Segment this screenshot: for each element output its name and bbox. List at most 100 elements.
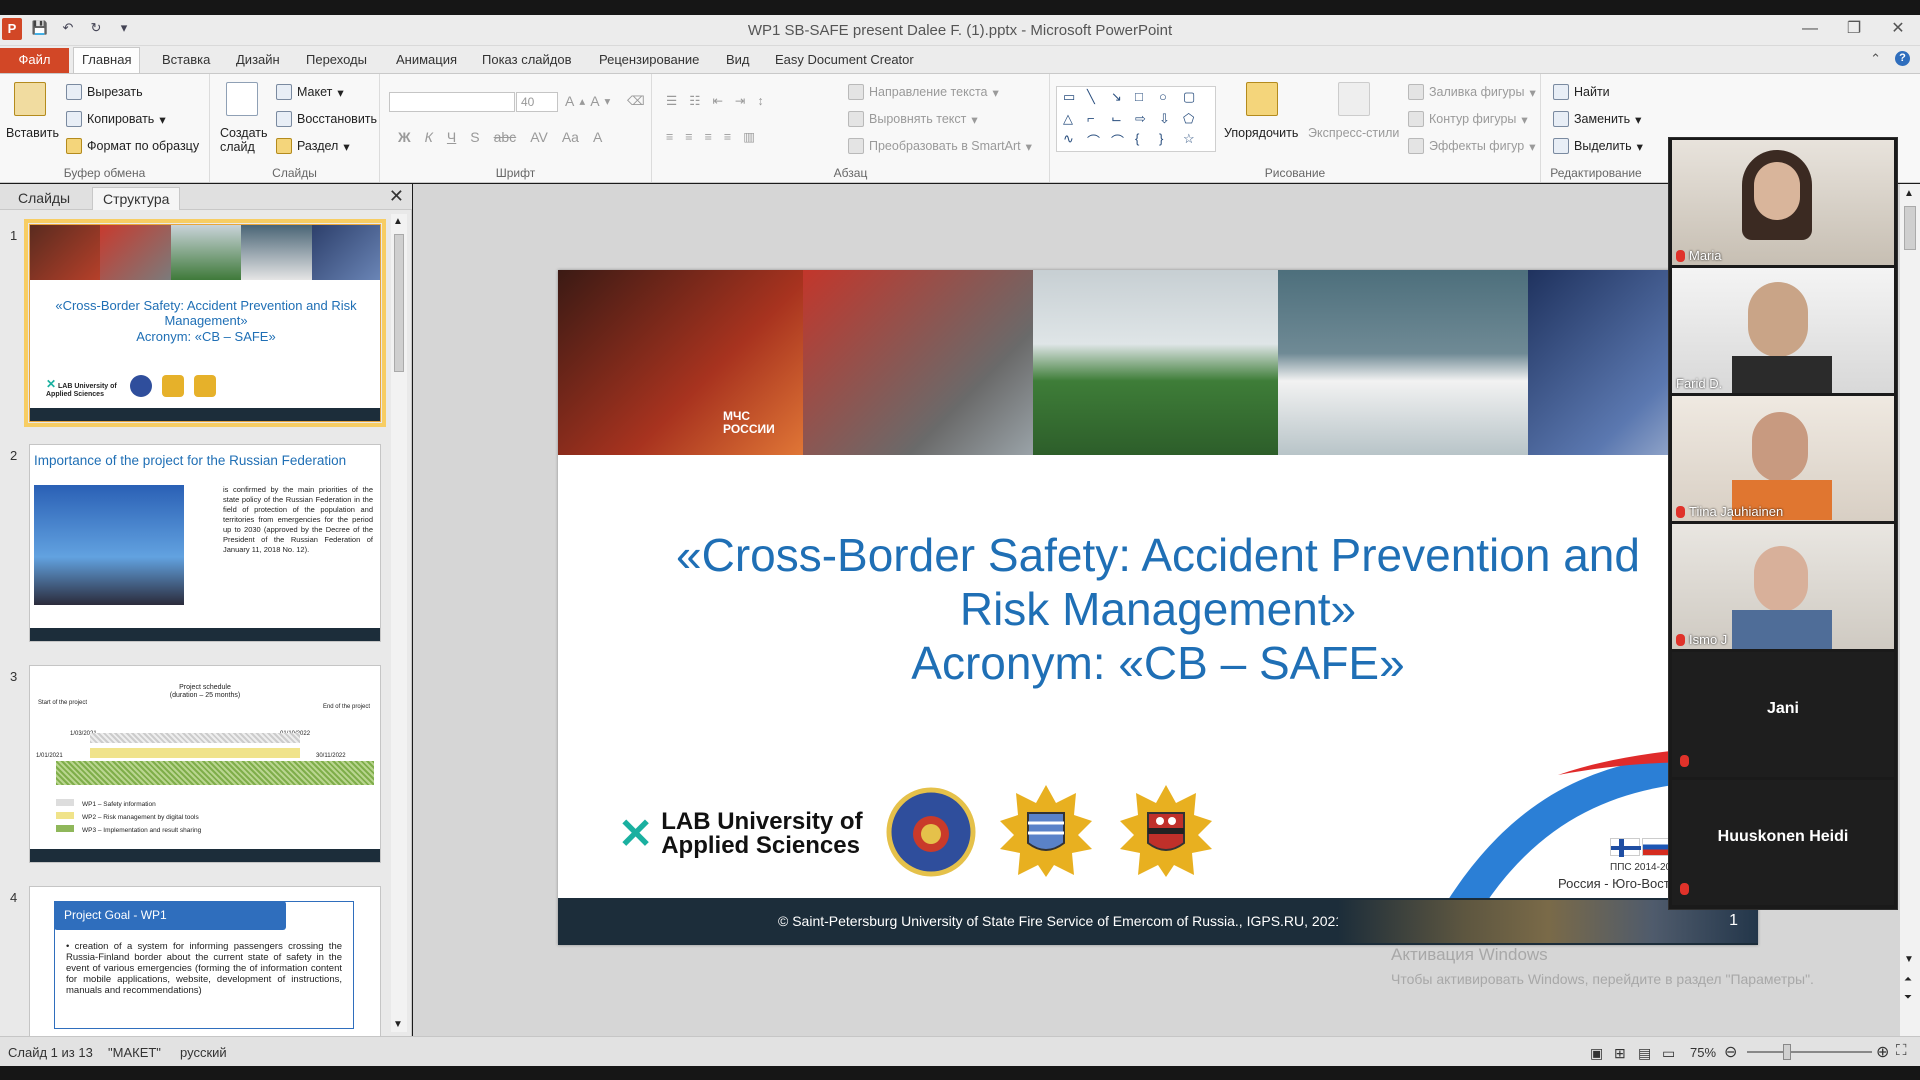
scroll-up-icon[interactable]: ▲: [393, 216, 403, 227]
minimize-ribbon-icon[interactable]: ⌃: [1870, 51, 1881, 67]
replace-button[interactable]: Заменить ▾: [1553, 111, 1641, 127]
tab-slides-panel[interactable]: Слайды: [8, 187, 80, 210]
justify-icon[interactable]: ≡: [724, 130, 731, 144]
participant-tile-heidi[interactable]: Huuskonen Heidi: [1672, 780, 1894, 905]
tab-view[interactable]: Вид: [726, 50, 750, 73]
arc-shape-icon[interactable]: ⌒: [1087, 131, 1100, 150]
font-size-box[interactable]: 40: [516, 92, 558, 112]
elbow-connector-icon[interactable]: ⌐: [1087, 111, 1095, 126]
text-direction-button[interactable]: Направление текста ▾: [848, 84, 999, 100]
find-button[interactable]: Найти: [1553, 84, 1610, 100]
strikethrough-icon[interactable]: abc: [494, 129, 517, 145]
pentagon-shape-icon[interactable]: ⬠: [1183, 111, 1194, 127]
tab-animations[interactable]: Анимация: [396, 50, 457, 73]
close-panel-icon[interactable]: ✕: [389, 186, 404, 207]
tab-design[interactable]: Дизайн: [236, 50, 280, 73]
cut-button[interactable]: Вырезать: [66, 84, 143, 100]
shape-outline-button[interactable]: Контур фигуры ▾: [1408, 111, 1528, 127]
restore-icon[interactable]: ❐: [1832, 15, 1876, 45]
rectangle-shape-icon[interactable]: □: [1135, 89, 1143, 104]
quick-styles-button[interactable]: Экспресс-стили: [1308, 126, 1399, 140]
brace-left-shape-icon[interactable]: {: [1135, 131, 1139, 146]
copy-button[interactable]: Копировать ▾: [66, 111, 166, 127]
increase-indent-icon[interactable]: ⇥: [735, 93, 745, 108]
slide-area-scrollbar[interactable]: ▲ ▼ ⏶ ⏷: [1900, 184, 1920, 1036]
section-button[interactable]: Раздел ▾: [276, 138, 350, 154]
tab-easy-document-creator[interactable]: Easy Document Creator: [775, 50, 914, 73]
zoom-slider[interactable]: [1747, 1051, 1872, 1053]
previous-slide-icon[interactable]: ⏶: [1904, 974, 1912, 985]
participant-tile-ismo[interactable]: Ismo J: [1672, 524, 1894, 649]
normal-view-icon[interactable]: ▣: [1590, 1045, 1603, 1062]
zoom-slider-thumb[interactable]: [1783, 1044, 1791, 1060]
language-indicator[interactable]: русский: [180, 1045, 227, 1060]
scroll-down-icon[interactable]: ▼: [1904, 954, 1914, 965]
curve-shape-icon[interactable]: ∿: [1063, 131, 1074, 147]
columns-icon[interactable]: ▥: [743, 129, 755, 144]
slide-sorter-icon[interactable]: ⊞: [1614, 1045, 1626, 1062]
new-slide-button[interactable]: Создать слайд: [220, 126, 268, 154]
participant-tile-maria[interactable]: Maria: [1672, 140, 1894, 265]
fit-to-window-icon[interactable]: ⛶: [1896, 1042, 1907, 1059]
shadow-icon[interactable]: S: [470, 129, 479, 145]
align-right-icon[interactable]: ≡: [705, 130, 712, 144]
shape-effects-button[interactable]: Эффекты фигур ▾: [1408, 138, 1535, 154]
quick-styles-icon[interactable]: [1338, 82, 1370, 116]
paste-icon[interactable]: [14, 82, 46, 116]
decrease-indent-icon[interactable]: ⇤: [712, 93, 722, 108]
smartart-button[interactable]: Преобразовать в SmartArt ▾: [848, 138, 1032, 154]
spacing-icon[interactable]: AV: [530, 129, 548, 145]
grow-font-button[interactable]: A ▴ A ▾: [565, 93, 610, 109]
tab-outline-panel[interactable]: Структура: [92, 187, 181, 210]
current-slide[interactable]: МЧС РОССИИ «Cross-Border Safety: Acciden…: [558, 270, 1758, 945]
underline-icon[interactable]: Ч: [447, 129, 456, 145]
line-spacing-icon[interactable]: ↕: [757, 94, 763, 108]
down-arrow-shape-icon[interactable]: ⇩: [1159, 111, 1170, 127]
clear-format-icon[interactable]: ⌫: [627, 93, 645, 108]
arrow-shape-icon[interactable]: ↘: [1111, 89, 1122, 105]
participant-tile-farid[interactable]: Farid D.: [1672, 268, 1894, 393]
font-name-box[interactable]: [389, 92, 515, 112]
rounded-rect-shape-icon[interactable]: ▢: [1183, 89, 1195, 105]
line-shape-icon[interactable]: ╲: [1087, 89, 1095, 105]
arrange-button[interactable]: Упорядочить: [1224, 126, 1298, 140]
triangle-shape-icon[interactable]: △: [1063, 111, 1073, 127]
numbering-icon[interactable]: ☷: [689, 93, 700, 108]
zoom-in-icon[interactable]: ⊕: [1876, 1042, 1889, 1062]
align-text-button[interactable]: Выровнять текст ▾: [848, 111, 978, 127]
tab-home[interactable]: Главная: [73, 47, 141, 73]
scroll-thumb[interactable]: [1904, 206, 1916, 250]
zoom-out-icon[interactable]: ⊖: [1724, 1042, 1737, 1062]
paste-button[interactable]: Вставить: [6, 126, 59, 140]
bracket-shape-icon[interactable]: ⌒: [1111, 131, 1124, 150]
reset-button[interactable]: Восстановить: [276, 111, 377, 127]
slide-thumbnail-4[interactable]: Project Goal - WP1 • creation of a syste…: [29, 886, 381, 1036]
oval-shape-icon[interactable]: ○: [1159, 89, 1167, 104]
tab-slideshow[interactable]: Показ слайдов: [482, 50, 572, 73]
tab-transitions[interactable]: Переходы: [306, 50, 367, 73]
minimize-icon[interactable]: —: [1788, 15, 1832, 45]
right-arrow-shape-icon[interactable]: ⇨: [1135, 111, 1146, 127]
slide-thumbnail-1[interactable]: «Cross-Border Safety: Accident Preventio…: [24, 219, 386, 427]
tab-insert[interactable]: Вставка: [162, 50, 210, 73]
slides-panel-scrollbar[interactable]: ▲ ▼: [391, 214, 407, 1032]
connector-icon[interactable]: ⌙: [1111, 111, 1122, 127]
textbox-shape-icon[interactable]: ▭: [1063, 89, 1075, 105]
arrange-icon[interactable]: [1246, 82, 1278, 116]
align-left-icon[interactable]: ≡: [666, 130, 673, 144]
participant-tile-tiina[interactable]: Tiina Jauhiainen: [1672, 396, 1894, 521]
italic-icon[interactable]: К: [425, 129, 433, 145]
slide-thumbnail-3[interactable]: Project schedule (duration – 25 months) S…: [29, 665, 381, 863]
case-icon[interactable]: Aa: [562, 129, 579, 145]
brace-right-shape-icon[interactable]: }: [1159, 131, 1163, 146]
scroll-up-icon[interactable]: ▲: [1904, 188, 1914, 199]
font-color-icon[interactable]: A: [593, 129, 602, 145]
slideshow-view-icon[interactable]: ▭: [1662, 1045, 1675, 1062]
star-shape-icon[interactable]: ☆: [1183, 131, 1195, 147]
scroll-thumb[interactable]: [394, 234, 404, 372]
tab-file[interactable]: Файл: [0, 48, 69, 73]
format-painter-button[interactable]: Формат по образцу: [66, 138, 199, 154]
help-icon[interactable]: ?: [1895, 51, 1910, 66]
shape-fill-button[interactable]: Заливка фигуры ▾: [1408, 84, 1536, 100]
align-center-icon[interactable]: ≡: [685, 130, 692, 144]
